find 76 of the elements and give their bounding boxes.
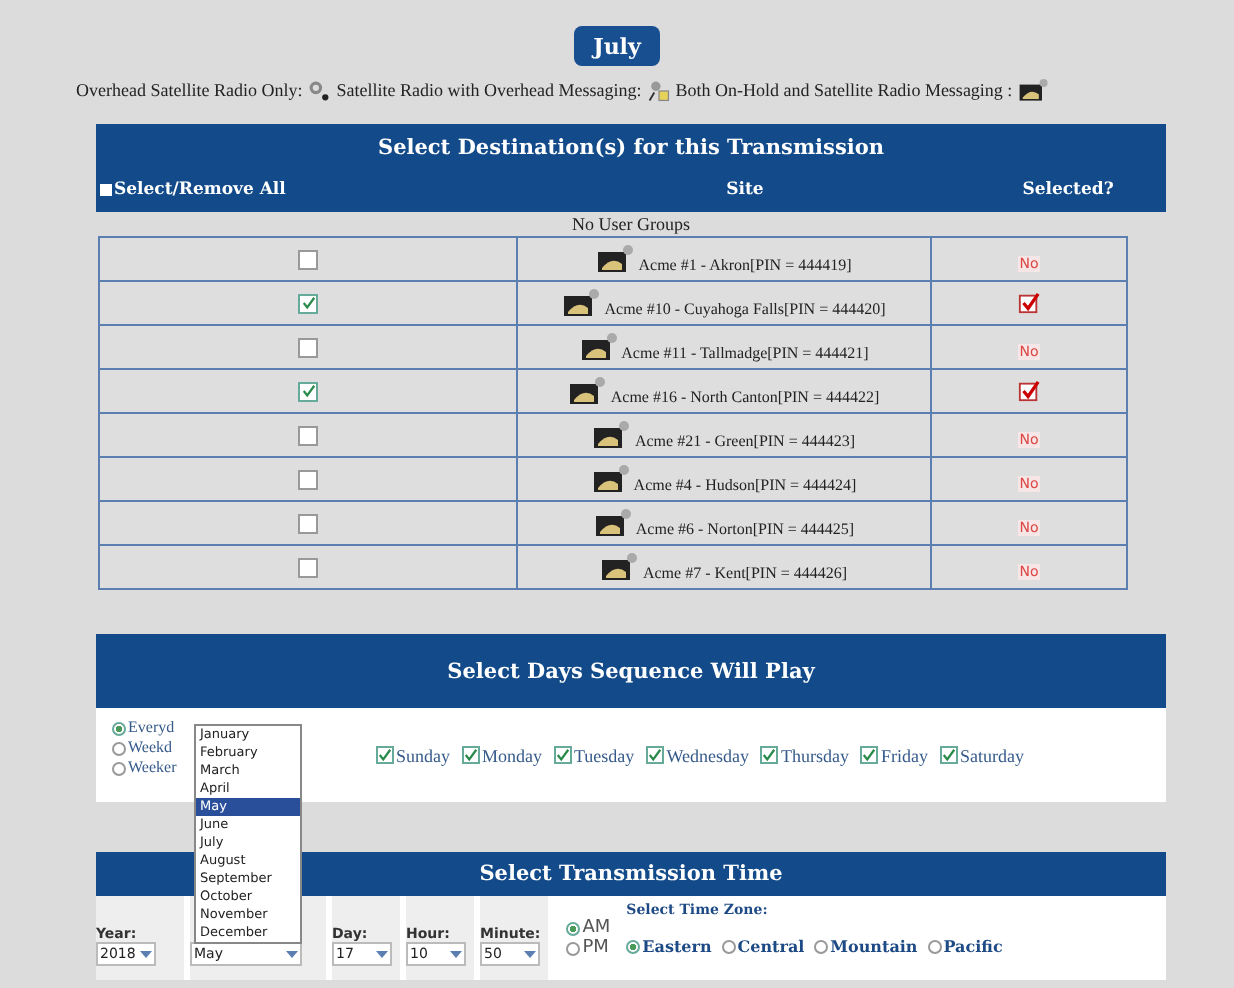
site-checkbox[interactable] <box>298 381 318 402</box>
computer-icon <box>596 243 637 275</box>
radio-button[interactable] <box>112 761 126 775</box>
radio-label: Weeker <box>128 758 177 778</box>
computer-icon <box>593 507 634 539</box>
caret-icon <box>140 948 152 960</box>
site-checkbox[interactable] <box>298 469 318 490</box>
caret-icon <box>376 948 388 960</box>
site-checkbox[interactable] <box>298 557 318 578</box>
site-checkbox[interactable] <box>298 513 318 534</box>
radio-label: Everyd <box>128 718 175 738</box>
column-header: Site <box>724 180 766 200</box>
site-checkbox[interactable] <box>298 249 318 270</box>
radio-button[interactable] <box>566 921 581 935</box>
day-label: Monday <box>482 745 542 765</box>
radio-label: Mountain <box>830 936 918 956</box>
site-checkbox[interactable] <box>298 425 318 446</box>
section-title: Select Days Sequence Will Play <box>447 659 815 683</box>
computer-icon <box>562 287 603 319</box>
caret-icon <box>524 948 536 960</box>
day-checkbox[interactable] <box>646 746 665 764</box>
day-checkbox[interactable] <box>939 746 958 764</box>
radio-button[interactable] <box>112 721 126 735</box>
checkmark-icon <box>1018 292 1040 315</box>
day-label: Wednesday <box>666 745 749 765</box>
day-label: Thursday <box>780 745 849 765</box>
radio-label: Weekd <box>128 738 173 758</box>
computer-icon <box>591 463 632 495</box>
radio-label: Pacific <box>943 936 1003 956</box>
computer-icon <box>568 375 609 407</box>
month-button[interactable]: July <box>573 26 661 66</box>
site-name: Acme #1 - Akron[PIN = 444419] <box>638 255 852 275</box>
site-name: Acme #4 - Hudson[PIN = 444424] <box>633 475 857 495</box>
section-title: Select Transmission Time <box>479 862 783 886</box>
computer-icon <box>592 419 633 451</box>
radio-label: Eastern <box>642 936 712 956</box>
radio-button[interactable] <box>566 941 581 955</box>
radio-label: Central <box>737 936 805 956</box>
day-checkbox[interactable] <box>554 746 572 764</box>
site-checkbox[interactable] <box>298 337 318 358</box>
site-name: Acme #11 - Tallmadge[PIN = 444421] <box>621 343 869 363</box>
group-note: No User Groups <box>570 212 692 236</box>
computer-icon <box>579 331 620 363</box>
day-checkbox[interactable] <box>462 746 480 764</box>
caret-icon <box>286 948 298 960</box>
day-label: Friday <box>880 745 928 765</box>
day-label: Sunday <box>396 745 450 765</box>
radio-button[interactable] <box>814 939 829 953</box>
radio-button[interactable] <box>112 741 126 755</box>
computer-icon <box>1018 77 1051 103</box>
select-all-checkbox[interactable] <box>100 184 112 196</box>
column-header: Selected? <box>1020 180 1116 200</box>
legend-label: Satellite Radio with Overhead Messaging: <box>336 80 642 100</box>
legend-label: Overhead Satellite Radio Only: <box>76 80 303 100</box>
radio-button[interactable] <box>927 939 942 953</box>
day-checkbox[interactable] <box>760 746 779 764</box>
caret-icon <box>450 948 462 960</box>
day-label: Saturday <box>959 745 1024 765</box>
radio-label: AM <box>582 918 611 938</box>
column-header: Select/Remove All <box>114 180 286 200</box>
checkmark-icon <box>1018 380 1040 403</box>
section-title: Select Destination(s) for this Transmission <box>375 134 886 164</box>
computer-icon <box>600 551 641 583</box>
site-name: Acme #6 - Norton[PIN = 444425] <box>635 519 855 539</box>
day-checkbox[interactable] <box>376 746 394 764</box>
legend-label: Both On-Hold and Satellite Radio Messaging : <box>675 80 1013 100</box>
site-name: Acme #16 - North Canton[PIN = 444422] <box>610 387 880 407</box>
radio-button[interactable] <box>721 939 736 953</box>
site-name: Acme #21 - Green[PIN = 444423] <box>634 431 856 451</box>
day-checkbox[interactable] <box>860 746 879 764</box>
site-name: Acme #7 - Kent[PIN = 444426] <box>642 563 848 583</box>
site-name: Acme #10 - Cuyahoga Falls[PIN = 444420] <box>604 299 886 319</box>
day-label: Tuesday <box>574 745 635 765</box>
radio-label: PM <box>582 938 609 958</box>
site-checkbox[interactable] <box>298 293 318 314</box>
radio-button[interactable] <box>626 939 641 953</box>
